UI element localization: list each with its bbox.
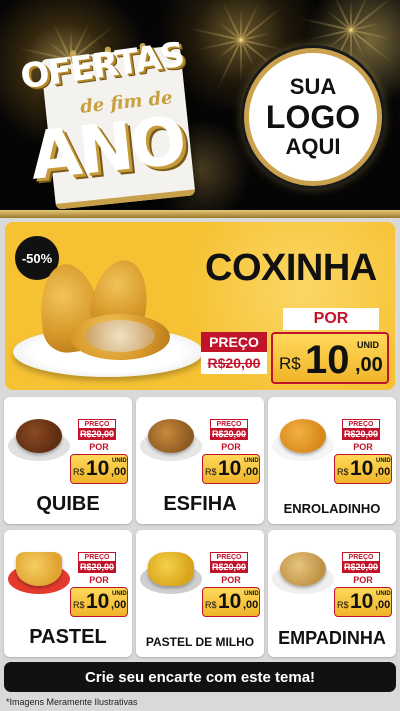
- campaign-title-ano: ANO: [26, 102, 188, 195]
- por-label: POR: [283, 308, 379, 330]
- logo-text-line2: LOGO: [265, 99, 361, 135]
- new-price: R$ 10 UNID ,00: [70, 454, 128, 484]
- firework-ray: [240, 40, 242, 82]
- preco-label: PREÇO: [210, 552, 248, 562]
- por-label: POR: [204, 575, 258, 586]
- product-name: EMPADINHA: [278, 628, 386, 648]
- price-tag: PREÇO R$20,00 POR R$ 10 UNID ,00: [66, 552, 128, 618]
- preco-label: PREÇO: [78, 419, 116, 429]
- product-card[interactable]: PREÇO R$20,00 POR R$ 10 UNID ,00 QUIBE: [4, 397, 132, 524]
- old-price: R$20,00: [78, 562, 116, 573]
- logo-placeholder[interactable]: SUA LOGO AQUI: [244, 48, 382, 186]
- logo-text-line3: AQUI: [285, 134, 341, 159]
- preco-label: PREÇO: [78, 552, 116, 562]
- product-card[interactable]: PREÇO R$20,00 POR R$ 10 UNID ,00 PASTEL: [4, 530, 132, 657]
- product-card[interactable]: PREÇO R$20,00 POR R$ 10 UNID ,00 EMPADINHA: [268, 530, 396, 657]
- featured-price-tag: PREÇO R$20,00 POR R$ 10 UNID ,00: [195, 308, 390, 386]
- featured-product-card[interactable]: -50% COXINHA PREÇO R$20,00 POR R$ 10 UNI…: [5, 222, 395, 390]
- product-name: PASTEL: [29, 626, 107, 648]
- old-price: R$20,00: [342, 429, 380, 440]
- old-price: R$20,00: [78, 429, 116, 440]
- disclaimer-text: *Imagens Meramente Ilustrativas: [6, 697, 138, 707]
- product-image: [148, 419, 194, 453]
- product-image: [280, 552, 326, 586]
- por-label: POR: [336, 575, 390, 586]
- product-name: PASTEL DE MILHO: [145, 635, 255, 649]
- product-name: ESFIHA: [163, 493, 237, 515]
- new-price: R$ 10 UNID ,00: [334, 587, 392, 617]
- price-tag: PREÇO R$20,00 POR R$ 10 UNID ,00: [198, 552, 260, 618]
- product-image: [16, 552, 62, 586]
- old-price: R$20,00: [342, 562, 380, 573]
- new-price: R$ 10 UNID ,00: [334, 454, 392, 484]
- header-banner: OFERTAS de fim de ANO SUA LOGO AQUI: [0, 0, 400, 216]
- new-price: R$ 10 UNID ,00: [271, 332, 389, 384]
- product-name: QUIBE: [36, 493, 100, 515]
- product-image: [280, 419, 326, 453]
- product-card[interactable]: PREÇO R$20,00 POR R$ 10 UNID ,00 ESFIHA: [136, 397, 264, 524]
- new-price: R$ 10 UNID ,00: [202, 454, 260, 484]
- preco-label: PREÇO: [342, 552, 380, 562]
- product-card[interactable]: PREÇO R$20,00 POR R$ 10 UNID ,00 ENROLADINHO: [268, 397, 396, 524]
- old-price: R$20,00: [210, 429, 248, 440]
- new-price: R$ 10 UNID ,00: [70, 587, 128, 617]
- product-image: [148, 552, 194, 586]
- price-tag: PREÇO R$20,00 POR R$ 10 UNID ,00: [198, 419, 260, 485]
- price-tag: PREÇO R$20,00 POR R$ 10 UNID ,00: [66, 419, 128, 485]
- product-card[interactable]: PREÇO R$20,00 POR R$ 10 UNID ,00 PASTEL DE MILH…: [136, 530, 264, 657]
- preco-label: PREÇO: [210, 419, 248, 429]
- old-price: R$20,00: [201, 352, 267, 374]
- gold-divider: [0, 210, 400, 218]
- por-label: POR: [72, 575, 126, 586]
- old-price: R$20,00: [210, 562, 248, 573]
- logo-text-line1: SUA: [289, 74, 337, 99]
- new-price: R$ 10 UNID ,00: [202, 587, 260, 617]
- product-image: [16, 419, 62, 453]
- product-name: ENROLADINHO: [283, 501, 381, 516]
- por-label: POR: [336, 442, 390, 453]
- preco-label: PREÇO: [342, 419, 380, 429]
- price-tag: PREÇO R$20,00 POR R$ 10 UNID ,00: [330, 552, 392, 618]
- price-tag: PREÇO R$20,00 POR R$ 10 UNID ,00: [330, 419, 392, 485]
- cta-banner[interactable]: Crie seu encarte com este tema!: [4, 662, 396, 692]
- featured-product-name: COXINHA: [205, 247, 377, 289]
- por-label: POR: [204, 442, 258, 453]
- campaign-title: OFERTAS de fim de ANO: [18, 35, 196, 210]
- preco-label: PREÇO: [201, 332, 267, 352]
- por-label: POR: [72, 442, 126, 453]
